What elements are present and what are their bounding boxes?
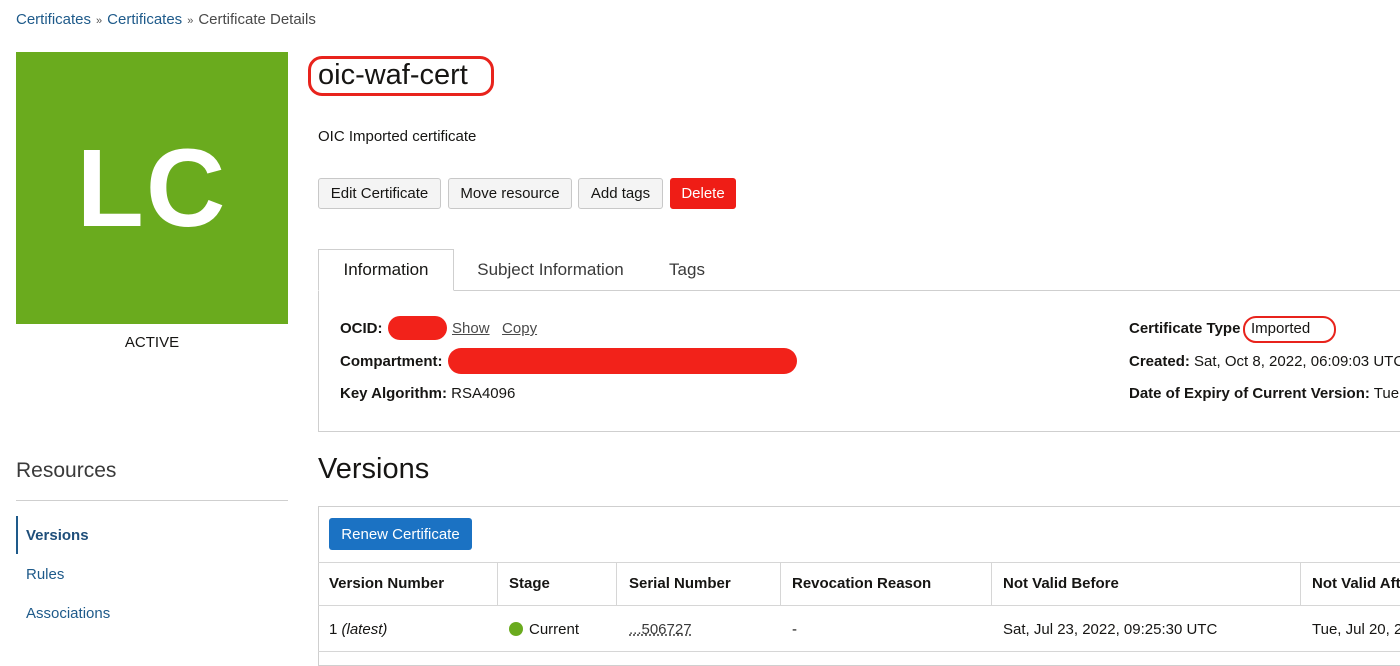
compartment-redaction [448,348,797,374]
ocid-actions: Show Copy [452,320,537,337]
table-border-top [318,562,1400,563]
breadcrumb: Certificates » Certificates » Certificate De… [16,11,316,28]
column-header-revocation-reason[interactable]: Revocation Reason [792,575,931,592]
cell-serial-number: ...506727 [629,621,692,638]
column-divider [1300,562,1301,606]
resource-item-rules[interactable]: Rules [26,566,64,583]
breadcrumb-separator-icon: » [187,15,194,27]
key-algorithm-value: RSA4096 [451,385,516,402]
imported-annotation-circle [1243,316,1336,343]
column-divider [991,562,992,606]
ocid-redaction [388,316,447,340]
created-value: Sat, Oct 8, 2022, 06:09:03 UTC [1194,353,1400,370]
expiry-value: Tue, [1373,385,1400,402]
key-algorithm-label: Key Algorithm: [340,385,447,402]
cell-version-number: 1 (latest) [329,621,387,638]
latest-label: (latest) [341,621,388,638]
column-header-not-valid-before[interactable]: Not Valid Before [1003,575,1119,592]
page-title: oic-waf-cert [318,59,468,91]
cell-revocation-reason: - [792,621,797,638]
certificate-type-field: Certificate Type [1129,320,1240,337]
table-row-border [318,651,1400,652]
certificate-type-label: Certificate Type [1129,320,1241,337]
add-tags-button[interactable]: Add tags [578,178,663,209]
column-header-serial-number[interactable]: Serial Number [629,575,731,592]
ocid-show-link[interactable]: Show [452,320,490,337]
cell-not-valid-before: Sat, Jul 23, 2022, 09:25:30 UTC [1003,621,1218,638]
column-divider [616,562,617,606]
cell-not-valid-after: Tue, Jul 20, 2 [1312,621,1400,638]
certificate-description: OIC Imported certificate [318,128,477,145]
resource-item-versions[interactable]: Versions [26,527,89,544]
resources-active-indicator [16,516,18,554]
column-divider [780,562,781,606]
certificate-avatar: LC [16,52,288,324]
compartment-label: Compartment: [340,353,443,370]
stage-status-dot-icon [509,622,523,636]
created-field: Created: Sat, Oct 8, 2022, 06:09:03 UTC [1129,353,1400,370]
renew-certificate-button[interactable]: Renew Certificate [329,518,472,550]
ocid-copy-link[interactable]: Copy [502,320,537,337]
serial-number-link[interactable]: ...506727 [629,621,692,638]
resources-heading: Resources [16,459,117,482]
cell-stage: Current [529,621,580,638]
table-header-border [318,605,1400,606]
version-number-value: 1 [329,621,338,638]
breadcrumb-current: Certificate Details [198,11,316,28]
edit-certificate-button[interactable]: Edit Certificate [318,178,441,209]
breadcrumb-certificates[interactable]: Certificates [107,11,182,28]
expiry-label: Date of Expiry of Current Version: [1129,385,1370,402]
avatar-initials: LC [76,126,228,250]
column-header-not-valid-after[interactable]: Not Valid Aft [1312,575,1400,592]
tab-tags[interactable]: Tags [654,249,720,291]
column-header-version-number[interactable]: Version Number [329,575,444,592]
ocid-label: OCID: [340,320,383,337]
resources-divider [16,500,288,501]
breadcrumb-separator-icon: » [96,15,103,27]
column-divider [497,562,498,606]
ocid-field: OCID: [340,320,383,337]
resource-item-associations[interactable]: Associations [26,605,110,622]
status-label: ACTIVE [124,334,180,351]
compartment-field: Compartment: [340,353,443,370]
tab-information[interactable]: Information [318,249,454,291]
key-algorithm-field: Key Algorithm: RSA4096 [340,385,515,402]
created-label: Created: [1129,353,1190,370]
move-resource-button[interactable]: Move resource [448,178,572,209]
delete-button[interactable]: Delete [670,178,736,209]
expiry-field: Date of Expiry of Current Version: Tue, [1129,385,1400,402]
tab-subject-information[interactable]: Subject Information [463,249,638,291]
versions-heading: Versions [318,453,430,485]
column-header-stage[interactable]: Stage [509,575,550,592]
breadcrumb-certificates-root[interactable]: Certificates [16,11,91,28]
